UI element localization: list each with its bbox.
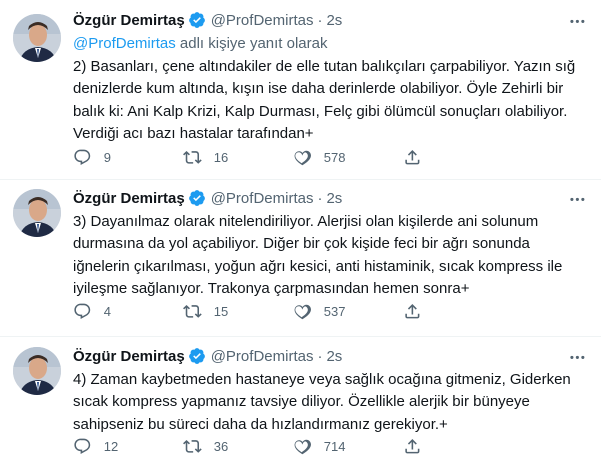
retweet-count: 36 bbox=[213, 438, 229, 454]
tweet-text-line: denizlerde kum altında, kışın ise daha d… bbox=[73, 80, 564, 98]
separator-dot: · bbox=[317, 11, 323, 29]
author-name[interactable]: Özgür Demirtaş bbox=[73, 190, 185, 207]
reply-icon bbox=[74, 149, 91, 165]
tweet-header: Özgür Demirtaş @ProfDemirtas · 2s bbox=[73, 188, 591, 208]
share-button[interactable] bbox=[403, 148, 513, 167]
share-button[interactable] bbox=[403, 437, 513, 456]
like-button[interactable]: 714 bbox=[293, 437, 403, 456]
verified-badge-icon bbox=[188, 347, 206, 365]
share-button[interactable] bbox=[403, 302, 513, 321]
like-button[interactable]: 578 bbox=[293, 148, 403, 167]
replying-suffix: adlı kişiye yanıt olarak bbox=[175, 35, 328, 52]
verified-badge-icon bbox=[188, 11, 206, 29]
replying-to: @ProfDemirtas adlı kişiye yanıt olarak bbox=[73, 35, 328, 52]
retweet-icon bbox=[183, 150, 202, 164]
retweet-button[interactable]: 16 bbox=[183, 148, 293, 167]
author-handle[interactable]: @ProfDemirtas bbox=[211, 190, 314, 207]
like-count: 537 bbox=[323, 303, 346, 319]
author-handle[interactable]: @ProfDemirtas bbox=[211, 12, 314, 29]
retweet-count: 16 bbox=[213, 149, 229, 165]
author-handle[interactable]: @ProfDemirtas bbox=[211, 348, 314, 365]
tweet[interactable]: Özgür Demirtaş @ProfDemirtas · 2s 3) Day… bbox=[0, 180, 601, 337]
retweet-count: 15 bbox=[213, 303, 229, 319]
author-name[interactable]: Özgür Demirtaş bbox=[73, 348, 185, 365]
like-button[interactable]: 537 bbox=[293, 302, 403, 321]
tweet-text-line: iğnelerin çıkarılması, yoğun ağrı kesici… bbox=[73, 257, 563, 275]
tweet-text: 3) Dayanılmaz olarak nitelendiriliyor. A… bbox=[73, 211, 583, 300]
more-icon[interactable] bbox=[568, 190, 587, 213]
replying-handle-link[interactable]: @ProfDemirtas bbox=[73, 35, 176, 52]
tweet-text-line: 2) Basanları, çene altındakiler de elle … bbox=[73, 58, 576, 75]
tweet-actions: 12 36 714 bbox=[73, 436, 513, 456]
reply-count: 4 bbox=[103, 303, 111, 319]
separator-dot: · bbox=[317, 347, 323, 365]
retweet-icon bbox=[183, 439, 202, 453]
share-icon bbox=[405, 149, 420, 165]
reply-icon bbox=[74, 303, 91, 319]
reply-button[interactable]: 4 bbox=[73, 302, 183, 321]
share-icon bbox=[405, 303, 420, 319]
retweet-button[interactable]: 15 bbox=[183, 302, 293, 321]
reply-count: 9 bbox=[103, 149, 111, 165]
tweet-time[interactable]: 2s bbox=[326, 348, 342, 365]
tweet-actions: 4 15 537 bbox=[73, 301, 513, 321]
reply-icon bbox=[74, 438, 91, 454]
like-icon bbox=[294, 304, 311, 319]
separator-dot: · bbox=[317, 189, 323, 207]
tweet-text-line: Verdiği acı bazı hastalar tarafından+ bbox=[73, 124, 314, 142]
tweet-text-line: durmasına da yol açabiliyor. Diğer bir ç… bbox=[73, 235, 530, 253]
more-icon[interactable] bbox=[568, 12, 587, 35]
author-name[interactable]: Özgür Demirtaş bbox=[73, 12, 185, 29]
reply-count: 12 bbox=[103, 438, 119, 454]
avatar[interactable] bbox=[13, 14, 61, 62]
tweet-text-line: sıcak kompress yapmanız tavsiye diliyor.… bbox=[73, 393, 530, 411]
like-icon bbox=[294, 439, 311, 454]
tweet-time[interactable]: 2s bbox=[326, 190, 342, 207]
verified-badge-icon bbox=[188, 189, 206, 207]
tweet-header: Özgür Demirtaş @ProfDemirtas · 2s bbox=[73, 346, 591, 366]
avatar[interactable] bbox=[13, 189, 61, 237]
tweet-text: 4) Zaman kaybetmeden hastaneye veya sağl… bbox=[73, 369, 583, 436]
tweet-actions: 9 16 578 bbox=[73, 147, 513, 167]
reply-button[interactable]: 12 bbox=[73, 437, 183, 456]
tweet-text-line: balık ki: Ani Kalp Krizi, Kalp Durması, … bbox=[73, 102, 568, 120]
tweet[interactable]: Özgür Demirtaş @ProfDemirtas · 2s @ProfD… bbox=[0, 0, 601, 180]
like-icon bbox=[294, 150, 311, 165]
retweet-button[interactable]: 36 bbox=[183, 437, 293, 456]
tweet-header: Özgür Demirtaş @ProfDemirtas · 2s bbox=[73, 10, 591, 30]
tweet-text: 2) Basanları, çene altındakiler de elle … bbox=[73, 56, 583, 145]
like-count: 578 bbox=[323, 149, 346, 165]
tweet-time[interactable]: 2s bbox=[326, 12, 342, 29]
like-count: 714 bbox=[323, 438, 346, 454]
tweet-text-line: 3) Dayanılmaz olarak nitelendiriliyor. A… bbox=[73, 213, 539, 230]
share-icon bbox=[405, 438, 420, 454]
more-icon[interactable] bbox=[568, 348, 587, 371]
retweet-icon bbox=[183, 304, 202, 318]
reply-button[interactable]: 9 bbox=[73, 148, 183, 167]
tweet-text-line: sahipseniz bu süreci daha da hızlandırma… bbox=[73, 415, 448, 433]
tweet-text-line: 4) Zaman kaybetmeden hastaneye veya sağl… bbox=[73, 371, 571, 388]
tweet[interactable]: Özgür Demirtaş @ProfDemirtas · 2s 4) Zam… bbox=[0, 337, 601, 471]
tweet-text-line: iyileşme sağlanıyor. Trakonya çarpmasınd… bbox=[73, 279, 470, 297]
avatar[interactable] bbox=[13, 347, 61, 395]
